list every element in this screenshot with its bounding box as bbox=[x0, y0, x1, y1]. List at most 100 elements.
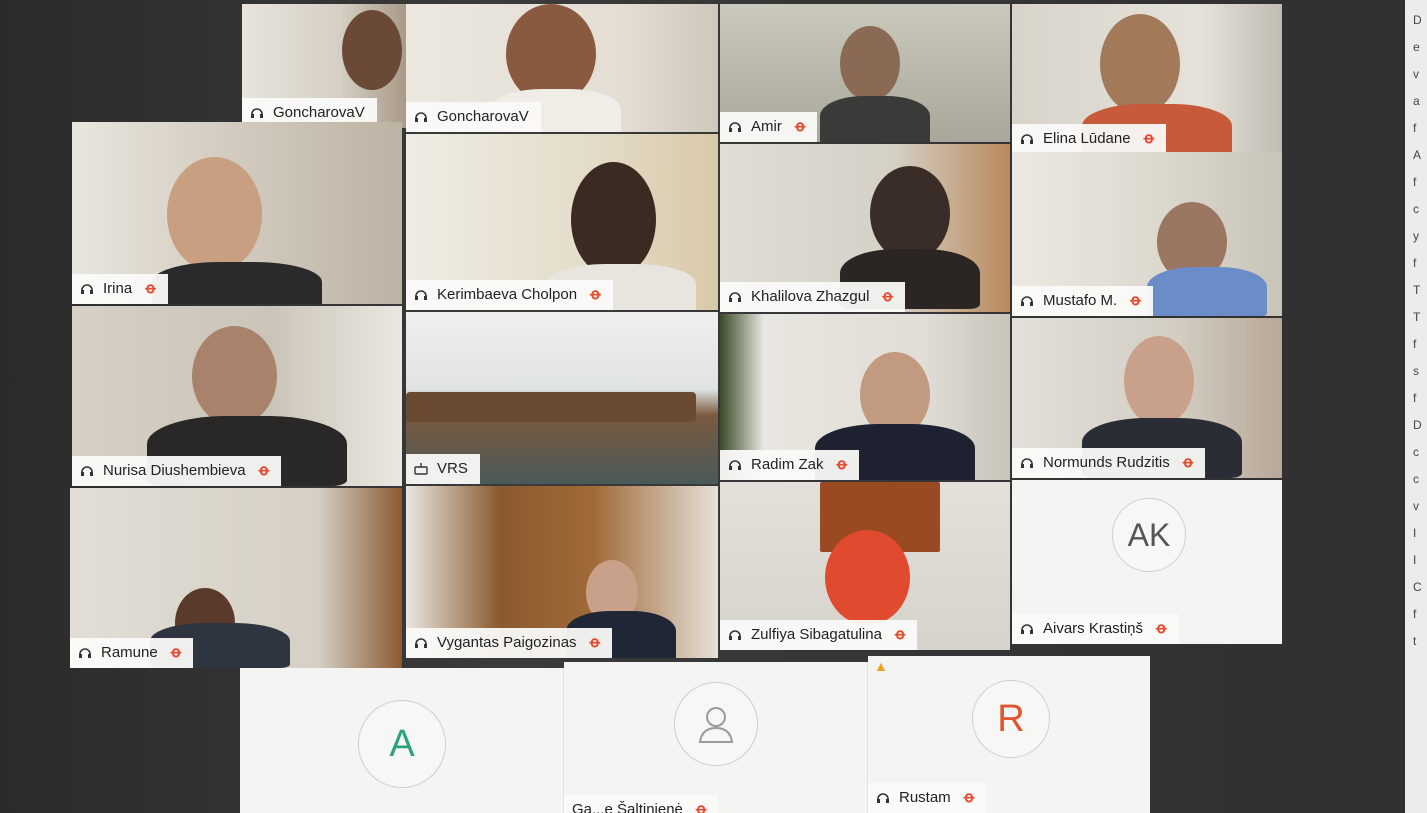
mic-muted-icon: ꝋ bbox=[882, 288, 893, 305]
avatar-tile-aivars-krastins[interactable]: AK Aivars Krastiņš ꝋ bbox=[1012, 480, 1282, 644]
side-panel-fragment: c bbox=[1413, 445, 1419, 459]
video-tile-khalilova-zhazgul[interactable]: Khalilova Zhazgul ꝋ bbox=[720, 144, 1010, 312]
side-panel-fragment: T bbox=[1413, 310, 1421, 324]
name-tag: Mustafo M. ꝋ bbox=[1012, 286, 1153, 316]
participant-name: Ga...e Šaltinienė bbox=[572, 801, 683, 813]
side-panel-fragment: a bbox=[1413, 94, 1420, 108]
participant-silhouette bbox=[825, 530, 910, 625]
participant-name: Vygantas Paigozinas bbox=[437, 634, 577, 651]
participant-body bbox=[820, 96, 930, 142]
video-tile-mustafo-m[interactable]: Mustafo M. ꝋ bbox=[1012, 152, 1282, 316]
mic-muted-icon: ꝋ bbox=[1130, 292, 1141, 309]
participant-name: Irina bbox=[103, 280, 133, 297]
side-panel-fragment: y bbox=[1413, 229, 1419, 243]
participant-name: Ramune bbox=[101, 644, 158, 661]
participant-name: Amir bbox=[751, 118, 782, 135]
headset-icon bbox=[1021, 624, 1033, 634]
video-tile-elina-ludane[interactable]: Elina Lūdane ꝋ bbox=[1012, 4, 1282, 154]
headset-icon bbox=[877, 793, 889, 803]
participant-name: Mustafo M. bbox=[1043, 292, 1118, 309]
video-tile-ramune[interactable]: Ramune ꝋ bbox=[70, 488, 402, 668]
side-panel-fragment: A bbox=[1413, 148, 1422, 162]
headset-icon bbox=[1021, 134, 1033, 144]
avatar-initials: AK bbox=[1127, 516, 1171, 553]
side-panel-fragment: I bbox=[1413, 553, 1417, 567]
side-panel-fragment: e bbox=[1413, 40, 1420, 54]
person-icon bbox=[698, 707, 734, 743]
participant-silhouette bbox=[192, 326, 277, 426]
name-tag: Kerimbaeva Cholpon ꝋ bbox=[406, 280, 613, 310]
headset-icon bbox=[729, 630, 741, 640]
participant-silhouette bbox=[167, 157, 262, 272]
headset-icon bbox=[415, 638, 427, 648]
video-tile-irina[interactable]: Irina ꝋ bbox=[72, 122, 402, 304]
side-panel-fragment: f bbox=[1413, 121, 1417, 135]
conference-table bbox=[406, 392, 696, 422]
mic-muted-icon: ꝋ bbox=[1156, 620, 1167, 637]
participant-name: Zulfiya Sibagatulina bbox=[751, 626, 882, 643]
name-tag: Elina Lūdane ꝋ bbox=[1012, 124, 1167, 154]
avatar: A bbox=[358, 700, 446, 788]
side-panel-fragment: C bbox=[1413, 580, 1422, 594]
video-tile-amir[interactable]: Amir ꝋ bbox=[720, 4, 1010, 142]
video-tile-goncharovav-1[interactable]: GoncharovaV bbox=[242, 4, 406, 128]
headset-icon bbox=[1021, 458, 1033, 468]
video-tile-kerimbaeva-cholpon[interactable]: Kerimbaeva Cholpon ꝋ bbox=[406, 134, 718, 310]
name-tag-partial: Ga...e Šaltinienė ꝋ bbox=[564, 795, 719, 813]
participant-name: Aivars Krastiņš bbox=[1043, 620, 1144, 637]
warning-icon: ▲ bbox=[874, 658, 888, 674]
avatar bbox=[674, 682, 758, 766]
mic-muted-icon: ꝋ bbox=[589, 634, 601, 651]
avatar: R bbox=[972, 680, 1050, 758]
participant-silhouette bbox=[1124, 336, 1194, 426]
name-tag: Khalilova Zhazgul ꝋ bbox=[720, 282, 905, 312]
video-tile-nurisa-diushembieva[interactable]: Nurisa Diushembieva ꝋ bbox=[72, 306, 402, 486]
avatar-tile-ga-saltiniene[interactable]: Ga...e Šaltinienė ꝋ bbox=[564, 662, 868, 813]
side-panel-fragment: f bbox=[1413, 337, 1417, 351]
side-panel-fragment: c bbox=[1413, 472, 1419, 486]
name-tag: Irina ꝋ bbox=[72, 274, 168, 304]
avatar-tile-a[interactable]: A bbox=[240, 668, 564, 813]
avatar-initials: A bbox=[389, 722, 415, 765]
video-tile-normunds-rudzitis[interactable]: Normunds Rudzitis ꝋ bbox=[1012, 318, 1282, 478]
video-tile-vygantas-paigozinas[interactable]: Vygantas Paigozinas ꝋ bbox=[406, 486, 718, 658]
room-system-icon bbox=[414, 463, 428, 475]
participant-name: VRS bbox=[437, 460, 468, 477]
side-panel-fragment: t bbox=[1413, 634, 1417, 648]
headset-icon bbox=[81, 284, 93, 294]
participant-silhouette bbox=[571, 162, 656, 277]
side-panel-fragment: D bbox=[1413, 418, 1422, 432]
mic-muted-icon: ꝋ bbox=[794, 118, 806, 135]
participant-name: Normunds Rudzitis bbox=[1043, 454, 1170, 471]
video-tile-zulfiya-sibagatulina[interactable]: Zulfiya Sibagatulina ꝋ bbox=[720, 482, 1010, 650]
video-tile-vrs[interactable]: VRS bbox=[406, 312, 718, 484]
mic-muted-icon: ꝋ bbox=[963, 789, 975, 806]
side-panel-fragment: I bbox=[1413, 526, 1417, 540]
video-tile-radim-zak[interactable]: Radim Zak ꝋ bbox=[720, 314, 1010, 480]
avatar: AK bbox=[1112, 498, 1186, 572]
headset-icon bbox=[81, 466, 93, 476]
headset-icon bbox=[729, 122, 741, 132]
side-panel-fragment: v bbox=[1413, 67, 1419, 81]
headset-icon bbox=[415, 290, 427, 300]
participant-silhouette bbox=[1100, 14, 1180, 114]
name-tag: Nurisa Diushembieva ꝋ bbox=[72, 456, 282, 486]
headset-icon bbox=[415, 112, 427, 122]
side-panel-fragment: f bbox=[1413, 607, 1417, 621]
headset-icon bbox=[251, 108, 263, 118]
participant-name: Rustam bbox=[899, 789, 951, 806]
side-panel-fragment: f bbox=[1413, 256, 1417, 270]
side-panel-fragment: s bbox=[1413, 364, 1419, 378]
mic-muted-icon: ꝋ bbox=[894, 626, 906, 643]
name-tag: Rustam ꝋ bbox=[868, 783, 987, 813]
side-panel-fragment: v bbox=[1413, 499, 1419, 513]
video-tile-goncharovav-2[interactable]: GoncharovaV bbox=[406, 4, 718, 132]
headset-icon bbox=[729, 460, 741, 470]
participant-silhouette bbox=[870, 166, 950, 261]
name-tag: GoncharovaV bbox=[406, 102, 541, 132]
avatar-tile-rustam[interactable]: ▲ R Rustam ꝋ bbox=[868, 656, 1150, 813]
name-tag: Amir ꝋ bbox=[720, 112, 818, 142]
mic-muted-icon: ꝋ bbox=[258, 462, 270, 479]
name-tag: Radim Zak ꝋ bbox=[720, 450, 860, 480]
participant-name: Elina Lūdane bbox=[1043, 130, 1131, 147]
